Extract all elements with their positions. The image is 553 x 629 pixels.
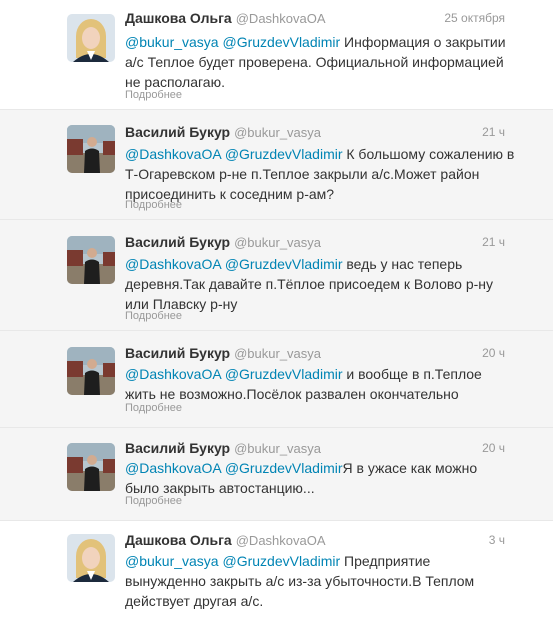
tweet-text: @DashkovaOA @GruzdevVladimir и вообще в … (125, 364, 515, 404)
tweet-text: @DashkovaOA @GruzdevVladimirЯ в ужасе ка… (125, 458, 515, 498)
details-link[interactable]: Подробнее (125, 89, 182, 101)
mention-link[interactable]: @GruzdevVladimir (225, 460, 343, 476)
tweet-timestamp[interactable]: 21 ч (482, 235, 505, 249)
tweet-text: @bukur_vasya @GruzdevVladimir Информация… (125, 32, 515, 92)
woman-avatar[interactable] (67, 534, 115, 582)
tweet-timestamp[interactable]: 25 октября (444, 11, 505, 25)
tweet-timestamp[interactable]: 20 ч (482, 346, 505, 360)
tweet-fullname[interactable]: Василий Букур (125, 234, 230, 250)
man-avatar[interactable] (67, 125, 115, 173)
tweet-timestamp[interactable]: 3 ч (489, 533, 505, 547)
mention-link[interactable]: @DashkovaOA (125, 460, 221, 476)
details-link[interactable]: Подробнее (125, 402, 182, 414)
tweet-fullname[interactable]: Василий Букур (125, 440, 230, 456)
mention-link[interactable]: @DashkovaOA (125, 146, 221, 162)
mention-link[interactable]: @GruzdevVladimir (225, 256, 343, 272)
woman-avatar[interactable] (67, 14, 115, 62)
man-avatar[interactable] (67, 443, 115, 491)
mention-link[interactable]: @DashkovaOA (125, 256, 221, 272)
tweet-text: @DashkovaOA @GruzdevVladimir К большому … (125, 144, 515, 204)
tweet-item[interactable]: Дашкова Ольга @DashkovaOA 3 ч @bukur_vasy… (0, 521, 553, 629)
details-link[interactable]: Подробнее (125, 199, 182, 211)
mention-link[interactable]: @GruzdevVladimir (225, 366, 343, 382)
mention-link[interactable]: @bukur_vasya (125, 553, 219, 569)
details-link[interactable]: Подробнее (125, 310, 182, 322)
tweet-item[interactable]: Василий Букур @bukur_vasya 20 ч @Dashkova… (0, 428, 553, 521)
tweet-username[interactable]: @DashkovaOA (236, 11, 326, 26)
man-avatar[interactable] (67, 236, 115, 284)
mention-link[interactable]: @bukur_vasya (125, 34, 219, 50)
tweet-timeline: Дашкова Ольга @DashkovaOA 25 октября @buk… (0, 0, 553, 629)
tweet-item[interactable]: Дашкова Ольга @DashkovaOA 25 октября @buk… (0, 0, 553, 110)
mention-link[interactable]: @DashkovaOA (125, 366, 221, 382)
tweet-item[interactable]: Василий Букур @bukur_vasya 20 ч @Dashkova… (0, 331, 553, 428)
mention-link[interactable]: @GruzdevVladimir (222, 34, 340, 50)
tweet-fullname[interactable]: Дашкова Ольга (125, 532, 232, 548)
tweet-fullname[interactable]: Дашкова Ольга (125, 10, 232, 26)
tweet-username[interactable]: @bukur_vasya (234, 235, 321, 250)
tweet-fullname[interactable]: Василий Букур (125, 345, 230, 361)
mention-link[interactable]: @GruzdevVladimir (222, 553, 340, 569)
tweet-item[interactable]: Василий Букур @bukur_vasya 21 ч @Dashkova… (0, 220, 553, 331)
tweet-text: @DashkovaOA @GruzdevVladimir ведь у нас … (125, 254, 515, 314)
mention-link[interactable]: @GruzdevVladimir (225, 146, 343, 162)
tweet-text: @bukur_vasya @GruzdevVladimir Предприяти… (125, 551, 515, 611)
tweet-username[interactable]: @DashkovaOA (236, 533, 326, 548)
tweet-fullname[interactable]: Василий Букур (125, 124, 230, 140)
tweet-item[interactable]: Василий Букур @bukur_vasya 21 ч @Dashkova… (0, 110, 553, 220)
man-avatar[interactable] (67, 347, 115, 395)
tweet-username[interactable]: @bukur_vasya (234, 441, 321, 456)
details-link[interactable]: Подробнее (125, 495, 182, 507)
tweet-username[interactable]: @bukur_vasya (234, 125, 321, 140)
tweet-timestamp[interactable]: 21 ч (482, 125, 505, 139)
tweet-timestamp[interactable]: 20 ч (482, 441, 505, 455)
tweet-username[interactable]: @bukur_vasya (234, 346, 321, 361)
